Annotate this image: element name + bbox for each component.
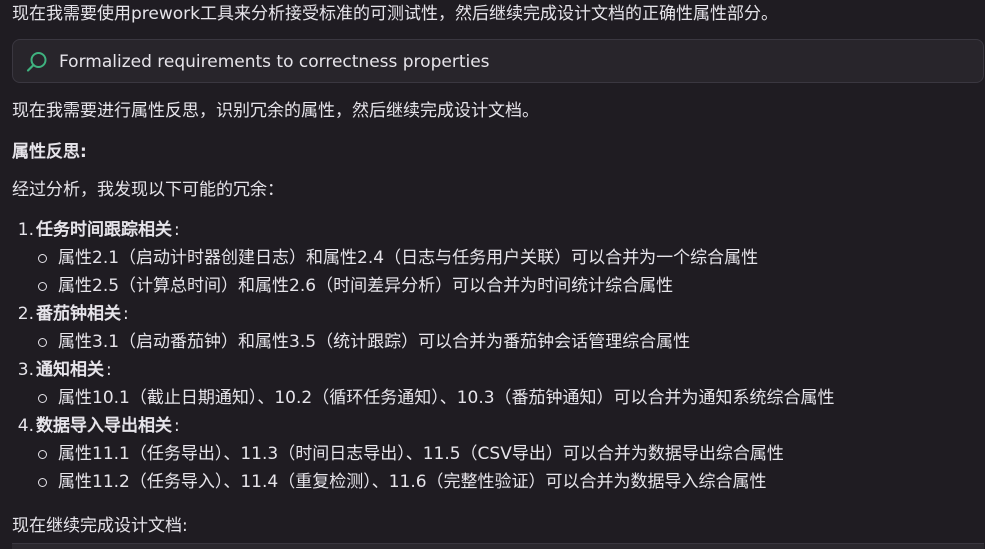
- bullet-icon: [38, 282, 47, 291]
- list-item: 2. 番茄钟相关: 属性3.1（启动番茄钟）和属性3.5（统计跟踪）可以合并为番…: [12, 300, 972, 356]
- list-number: 3.: [17, 360, 34, 380]
- next-block-edge: [12, 543, 984, 549]
- analysis-message: 经过分析，我发现以下可能的冗余：: [12, 180, 284, 200]
- sub-list-item: 属性2.5（计算总时间）和属性2.6（时间差异分析）可以合并为时间统计综合属性: [12, 272, 972, 300]
- bullet-icon: [38, 254, 47, 263]
- list-item: 3. 通知相关: 属性10.1（截止日期通知）、10.2（循环任务通知）、10.…: [12, 356, 972, 412]
- tool-call-card[interactable]: Formalized requirements to correctness p…: [12, 39, 984, 83]
- section-heading: 属性反思:: [12, 142, 87, 162]
- list-item: 4. 数据导入导出相关: 属性11.1（任务导出）、11.3（时间日志导出）、1…: [12, 412, 972, 496]
- closing-message: 现在继续完成设计文档:: [12, 516, 188, 536]
- group-title: 任务时间跟踪相关: [36, 220, 172, 240]
- bullet-icon: [38, 450, 47, 459]
- list-item: 1. 任务时间跟踪相关: 属性2.1（启动计时器创建日志）和属性2.4（日志与任…: [12, 216, 972, 300]
- group-title: 数据导入导出相关: [36, 416, 172, 436]
- bullet-icon: [38, 478, 47, 487]
- list-number: 2.: [17, 304, 34, 324]
- bullet-icon: [38, 338, 47, 347]
- list-number: 1.: [17, 220, 34, 240]
- sub-list-item: 属性10.1（截止日期通知）、10.2（循环任务通知）、10.3（番茄钟通知）可…: [12, 384, 972, 412]
- bullet-icon: [38, 394, 47, 403]
- group-title: 番茄钟相关: [36, 304, 121, 324]
- sub-list-item: 属性11.2（任务导入）、11.4（重复检测）、11.6（完整性验证）可以合并为…: [12, 468, 972, 496]
- search-icon: [25, 50, 49, 74]
- group-title: 通知相关: [36, 360, 104, 380]
- sub-list-item: 属性3.1（启动番茄钟）和属性3.5（统计跟踪）可以合并为番茄钟会话管理综合属性: [12, 328, 972, 356]
- reflection-message: 现在我需要进行属性反思，识别冗余的属性，然后继续完成设计文档。: [12, 101, 539, 121]
- tool-call-label: Formalized requirements to correctness p…: [59, 52, 490, 72]
- list-number: 4.: [17, 416, 34, 436]
- sub-list-item: 属性2.1（启动计时器创建日志）和属性2.4（日志与任务用户关联）可以合并为一个…: [12, 244, 972, 272]
- intro-message: 现在我需要使用prework工具来分析接受标准的可测试性，然后继续完成设计文档的…: [12, 4, 779, 24]
- sub-list-item: 属性11.1（任务导出）、11.3（时间日志导出）、11.5（CSV导出）可以合…: [12, 440, 972, 468]
- redundancy-list: 1. 任务时间跟踪相关: 属性2.1（启动计时器创建日志）和属性2.4（日志与任…: [12, 216, 972, 496]
